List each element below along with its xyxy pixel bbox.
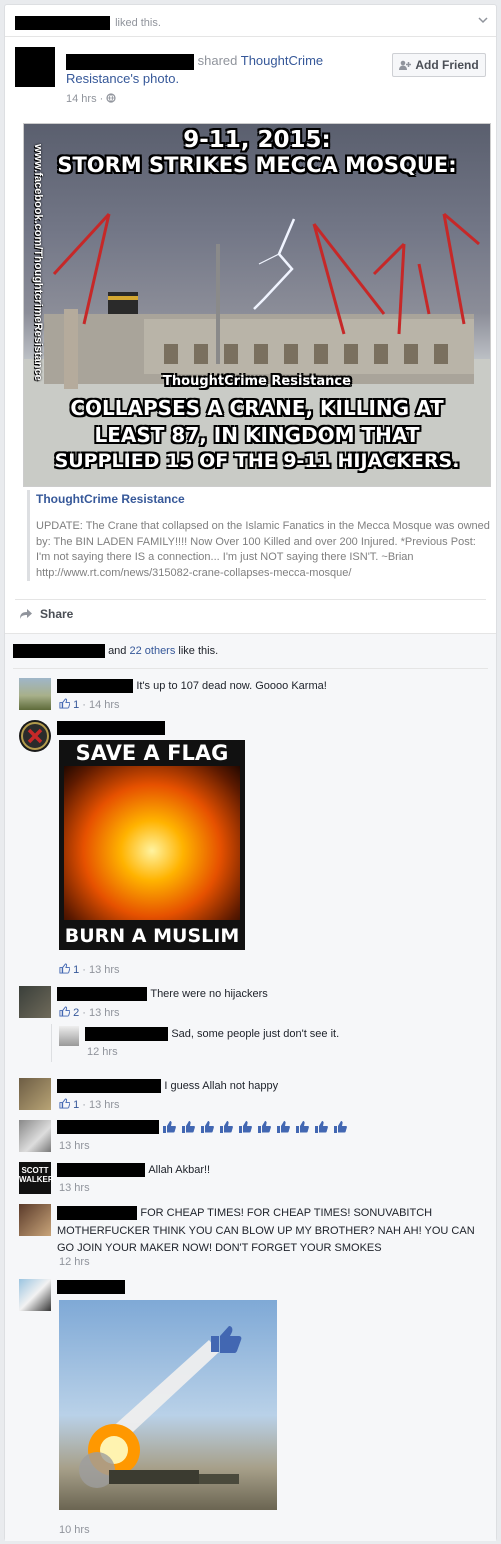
caption-body: UPDATE: The Crane that collapsed on the … bbox=[36, 520, 490, 579]
likes-and: and bbox=[108, 644, 130, 657]
reply-meta: 12 hrs bbox=[87, 1046, 118, 1058]
redacted-name[interactable] bbox=[57, 1162, 145, 1177]
thumbs-up-emoji-row bbox=[161, 1120, 351, 1134]
post-timestamp[interactable]: 14 hrs · bbox=[66, 93, 116, 105]
image-caption-2: LEAST 87, IN KINGDOM THAT bbox=[94, 423, 420, 447]
image-side-url: www.facebook.com/ThoughtcrimeResistance bbox=[32, 144, 44, 381]
shared-photo[interactable]: 9-11, 2015: STORM STRIKES MECCA MOSQUE: … bbox=[23, 123, 491, 487]
commenter-avatar[interactable] bbox=[19, 1204, 51, 1236]
share-button[interactable]: Share bbox=[19, 607, 73, 621]
reply-thread-line bbox=[51, 1024, 52, 1062]
liked-this-text: liked this. bbox=[115, 16, 161, 29]
news-feed-story: liked this. shared ThoughtCrime Resistan… bbox=[4, 4, 497, 1541]
comment bbox=[57, 1120, 351, 1134]
redacted-name[interactable] bbox=[57, 1279, 125, 1294]
comment: There were no hijackers bbox=[57, 986, 268, 1001]
redacted-author-name[interactable] bbox=[66, 53, 194, 70]
commenter-avatar[interactable] bbox=[19, 1279, 51, 1311]
divider bbox=[5, 36, 496, 37]
comment bbox=[57, 1279, 125, 1294]
redacted-name[interactable] bbox=[57, 1078, 161, 1093]
comment-meta: 13 hrs bbox=[59, 1140, 90, 1152]
divider bbox=[13, 668, 488, 669]
redacted-name[interactable] bbox=[13, 644, 105, 658]
like-thumb-icon[interactable] bbox=[59, 1098, 70, 1109]
commenter-avatar[interactable] bbox=[19, 720, 51, 752]
commenter-avatar[interactable] bbox=[19, 986, 51, 1018]
likes-suffix: like this. bbox=[175, 644, 219, 657]
redacted-name bbox=[15, 16, 110, 30]
redacted-name[interactable] bbox=[57, 720, 165, 735]
like-thumb-icon[interactable] bbox=[59, 1006, 70, 1017]
thumbs-up-emoji-icons bbox=[163, 1121, 347, 1133]
redacted-name[interactable] bbox=[57, 1205, 137, 1220]
comment: I guess Allah not happy bbox=[57, 1078, 278, 1093]
redacted-name[interactable] bbox=[57, 986, 147, 1001]
comment-meta: 13 hrs bbox=[59, 1182, 90, 1194]
globe-icon bbox=[106, 93, 116, 103]
like-thumb-icon[interactable] bbox=[59, 963, 70, 974]
others-link[interactable]: 22 others bbox=[129, 645, 175, 657]
comments-section: and 22 others like this. It's up to 107 … bbox=[5, 633, 496, 1541]
add-friend-button[interactable]: Add Friend bbox=[392, 53, 486, 77]
fire-photo bbox=[64, 766, 240, 920]
commenter-avatar[interactable]: SCOTT WALKER bbox=[19, 1162, 54, 1194]
image-bottom-text: BURN A MUSLIM bbox=[64, 925, 240, 947]
commenter-avatar[interactable] bbox=[19, 1078, 51, 1110]
comment: Allah Akbar!! bbox=[57, 1162, 210, 1177]
image-watermark: ThoughtCrime Resistance bbox=[163, 374, 351, 389]
comment: It's up to 107 dead now. Goooo Karma! bbox=[57, 678, 327, 693]
commenter-avatar[interactable] bbox=[19, 1120, 51, 1152]
comment-meta: 2 · 13 hrs bbox=[59, 1006, 120, 1019]
redacted-name[interactable] bbox=[57, 1120, 159, 1134]
image-top-text: SAVE A FLAG bbox=[75, 741, 229, 765]
comment bbox=[57, 720, 165, 735]
likes-summary: and 22 others like this. bbox=[13, 644, 218, 658]
reply-avatar[interactable] bbox=[59, 1026, 79, 1046]
commenter-avatar[interactable] bbox=[19, 678, 51, 710]
x-emblem-icon bbox=[21, 722, 49, 750]
chevron-down-icon[interactable] bbox=[478, 15, 488, 25]
shared-text: shared bbox=[197, 53, 241, 68]
reply-comment: Sad, some people just don't see it. bbox=[85, 1026, 339, 1041]
post-header: shared ThoughtCrime Resistance's photo. bbox=[66, 52, 386, 88]
comment-meta: 10 hrs bbox=[59, 1524, 90, 1536]
author-avatar[interactable] bbox=[15, 47, 55, 87]
redacted-name[interactable] bbox=[57, 678, 133, 693]
comment-meta: 1 · 14 hrs bbox=[59, 698, 120, 711]
caption-source-link[interactable]: ThoughtCrime Resistance bbox=[36, 492, 491, 506]
photo-caption-block: ThoughtCrime Resistance UPDATE: The Cran… bbox=[27, 490, 491, 581]
comment-meta: 1 · 13 hrs bbox=[59, 963, 120, 976]
share-arrow-icon bbox=[20, 609, 32, 619]
add-friend-icon bbox=[399, 60, 412, 70]
image-caption-3: SUPPLIED 15 OF THE 9-11 HIJACKERS. bbox=[54, 450, 460, 472]
image-headline-1: 9-11, 2015: bbox=[183, 127, 331, 153]
image-headline-2: STORM STRIKES MECCA MOSQUE: bbox=[57, 153, 457, 177]
comment-image[interactable] bbox=[59, 1300, 277, 1510]
like-thumb-icon[interactable] bbox=[59, 698, 70, 709]
comment: FOR CHEAP TIMES! FOR CHEAP TIMES! SONUVA… bbox=[57, 1205, 475, 1254]
missile-launch-picture bbox=[79, 1326, 242, 1488]
liked-by-line: liked this. bbox=[15, 16, 161, 30]
comment-image[interactable]: SAVE A FLAG BURN A MUSLIM bbox=[59, 740, 245, 950]
comment-meta: 12 hrs bbox=[59, 1256, 90, 1268]
divider bbox=[15, 599, 486, 600]
comment-meta: 1 · 13 hrs bbox=[59, 1098, 120, 1111]
redacted-name[interactable] bbox=[85, 1026, 168, 1041]
image-caption-1: COLLAPSES A CRANE, KILLING AT bbox=[70, 396, 444, 420]
